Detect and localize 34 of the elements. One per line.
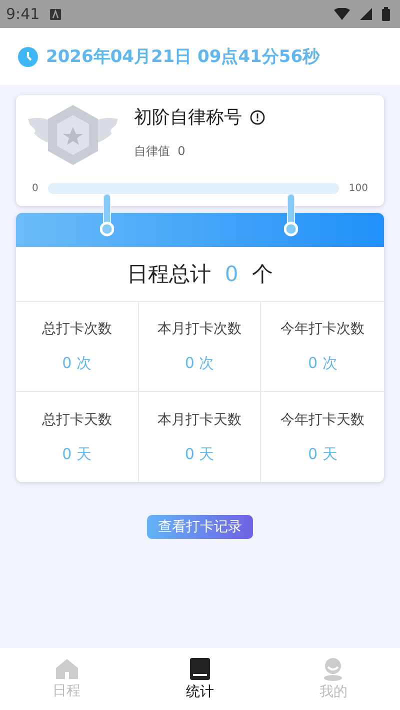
- title-name: 初阶自律称号: [134, 106, 242, 129]
- tab-item[interactable]: 日程: [0, 648, 134, 710]
- stat-label: 本月打卡次数: [157, 320, 242, 338]
- signal-icon: [360, 8, 372, 20]
- wifi-icon: [334, 8, 350, 20]
- summary-count: 0: [224, 262, 238, 286]
- stat-value: 0 天: [184, 444, 214, 464]
- notification-icon: [50, 8, 61, 20]
- stat-value: 0 天: [308, 444, 338, 464]
- clock-icon: [18, 46, 38, 66]
- progress-max: 100: [348, 183, 368, 194]
- stat-value: 0 次: [308, 354, 338, 373]
- stat-value: 0 次: [184, 354, 214, 373]
- summary-unit: 个: [252, 261, 274, 288]
- info-icon[interactable]: [250, 110, 265, 124]
- tab-item[interactable]: 我的: [266, 648, 400, 710]
- stat-label: 总打卡天数: [42, 410, 112, 428]
- summary-label: 日程总计: [126, 261, 211, 288]
- home-icon: [54, 658, 79, 680]
- progress-min: 0: [32, 183, 38, 194]
- battery-icon: [382, 7, 390, 21]
- stat-value: 0 天: [62, 444, 92, 464]
- current-datetime: 2026年04月21日 09点41分56秒: [46, 46, 320, 68]
- tab-item[interactable]: 统计: [133, 648, 267, 710]
- view-records-button[interactable]: 查看打卡记录: [147, 515, 253, 539]
- stat-label: 本月打卡天数: [157, 410, 242, 428]
- stat-label: 今年打卡次数: [280, 320, 365, 338]
- stat-label: 总打卡次数: [42, 320, 112, 338]
- stat-label: 今年打卡天数: [280, 410, 365, 428]
- status-time: 9:41: [6, 5, 40, 23]
- stat-value: 0 次: [62, 354, 92, 373]
- user-icon: [322, 657, 344, 681]
- score-text: 自律值 0: [134, 143, 186, 160]
- book-icon: [188, 657, 211, 681]
